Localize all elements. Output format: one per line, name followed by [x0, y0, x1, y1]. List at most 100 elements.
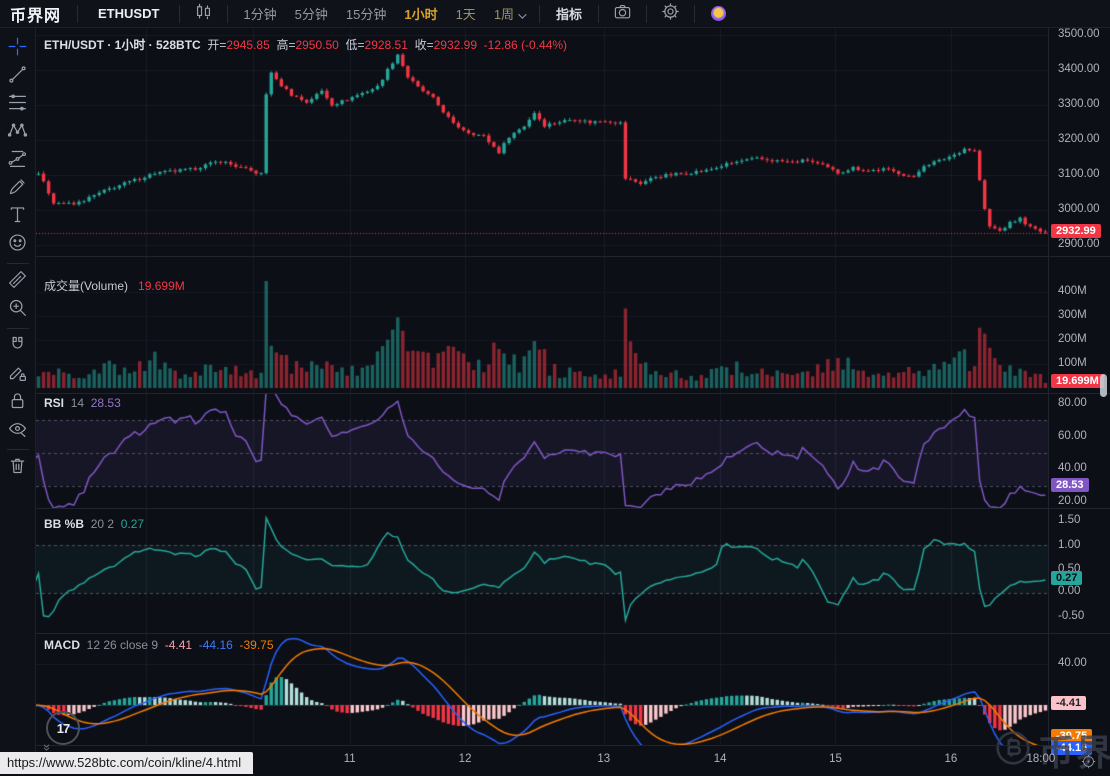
macd-legend-title: MACD: [44, 638, 80, 652]
tradingview-logo-text: 17: [57, 721, 69, 736]
text-icon: [7, 204, 28, 230]
xabcd-pattern-tool-button[interactable]: [4, 119, 32, 147]
snapshot-button[interactable]: [605, 2, 640, 26]
price-axis-tick: 3300.00: [1058, 98, 1100, 110]
drawing-lock-tool-button[interactable]: [4, 361, 32, 389]
low-label: 低=: [346, 38, 365, 52]
fib-lines-tool-button[interactable]: [4, 91, 32, 119]
toolbar-separator: [539, 5, 540, 23]
lock-all-tool-button[interactable]: [4, 389, 32, 417]
emoji-tool-button[interactable]: [4, 231, 32, 259]
volume-axis-tick: 400M: [1058, 285, 1087, 297]
time-axis-label: 12: [459, 753, 472, 765]
low-value: 2928.51: [365, 38, 408, 52]
axis-value-pill: 19.699M: [1051, 374, 1104, 388]
price-axis-tick: 3200.00: [1058, 133, 1100, 145]
macd-line-value: -44.16: [199, 638, 233, 652]
pencil-lock-icon: [7, 362, 28, 388]
volume-legend-title: 成交量(Volume): [44, 279, 128, 293]
timeframe-button-1[interactable]: 1分钟: [234, 4, 285, 23]
toolbar-separator: [179, 5, 180, 23]
time-axis-label: 18:00: [1027, 753, 1056, 765]
chart-plot-area[interactable]: ETH/USDT · 1小时 · 528BTC 开=2945.85 高=2950…: [36, 28, 1048, 745]
measure-tool-button[interactable]: [4, 268, 32, 296]
avatar[interactable]: [711, 6, 726, 21]
toolbar-divider: [7, 263, 29, 264]
bb-axis-tick: 1.50: [1058, 514, 1080, 526]
price-axis-tick: 2900.00: [1058, 238, 1100, 250]
timeframe-button-2[interactable]: 5分钟: [286, 4, 337, 23]
fib-lines-icon: [7, 92, 28, 118]
macd-legend[interactable]: MACD 12 26 close 9 -4.41 -44.16 -39.75: [44, 638, 274, 652]
magnet-tool-button[interactable]: [4, 333, 32, 361]
forecast-tool-button[interactable]: [4, 147, 32, 175]
timeframe-button-4[interactable]: 1小时: [395, 4, 446, 23]
volume-axis-tick: 200M: [1058, 333, 1087, 345]
rsi-axis-tick: 40.00: [1058, 462, 1087, 474]
toolbar-separator: [227, 5, 228, 23]
pane-separator[interactable]: [36, 256, 1110, 257]
camera-icon: [613, 2, 632, 26]
brush-tool-button[interactable]: [4, 175, 32, 203]
crosshair-icon: [7, 36, 28, 62]
indicators-button[interactable]: 指标: [546, 4, 592, 23]
scroll-to-realtime-button[interactable]: [1080, 753, 1097, 775]
macd-signal-value: -39.75: [239, 638, 273, 652]
candles-icon: [194, 2, 213, 26]
pane-separator[interactable]: [36, 393, 1110, 394]
pane-separator[interactable]: [36, 508, 1110, 509]
bb-axis-tick: -0.50: [1058, 610, 1084, 622]
macd-params: 12 26 close 9: [87, 638, 158, 652]
trend-line-tool-button[interactable]: [4, 63, 32, 91]
price-legend-title: ETH/USDT · 1小时 · 528BTC: [44, 38, 201, 52]
zoom-in-tool-button[interactable]: [4, 296, 32, 324]
hide-drawings-tool-button[interactable]: [4, 417, 32, 445]
timeframe-button-5[interactable]: 1天: [447, 4, 485, 23]
forecast-icon: [7, 148, 28, 174]
collapse-chevrons-icon[interactable]: »: [40, 744, 55, 751]
pane-separator[interactable]: [36, 633, 1110, 634]
tradingview-logo[interactable]: 17: [46, 711, 80, 745]
target-icon: [1080, 757, 1097, 774]
price-axis-tick: 3400.00: [1058, 63, 1100, 75]
text-tool-button[interactable]: [4, 203, 32, 231]
rsi-legend-title: RSI: [44, 396, 64, 410]
watermark-text: 币界网: [1038, 724, 1110, 776]
volume-axis-tick: 300M: [1058, 309, 1087, 321]
symbol-button[interactable]: ETHUSDT: [84, 6, 173, 21]
top-toolbar: 币界网 ETHUSDT 1分钟5分钟15分钟1小时1天1周 指标: [0, 0, 1110, 28]
bb-value: 0.27: [121, 517, 144, 531]
crosshair-tool-button[interactable]: [4, 35, 32, 63]
site-logo[interactable]: 币界网: [0, 2, 71, 26]
toolbar-separator: [77, 5, 78, 23]
price-axis-tick: 3500.00: [1058, 28, 1100, 40]
macd-hist-value: -4.41: [165, 638, 192, 652]
timeframe-button-3[interactable]: 15分钟: [337, 4, 395, 23]
remove-all-tool-button[interactable]: [4, 454, 32, 482]
trash-icon: [7, 455, 28, 481]
scrollbar-thumb[interactable]: [1100, 374, 1107, 397]
timeframe-button-6[interactable]: 1周: [485, 4, 533, 23]
price-legend[interactable]: ETH/USDT · 1小时 · 528BTC 开=2945.85 高=2950…: [44, 36, 567, 53]
close-value: 2932.99: [434, 38, 477, 52]
candles-style-button[interactable]: [186, 2, 221, 26]
axis-value-pill: 28.53: [1051, 478, 1089, 492]
toolbar-divider: [7, 449, 29, 450]
zoom-in-icon: [7, 297, 28, 323]
settings-button[interactable]: [653, 2, 688, 26]
bb-legend[interactable]: BB %B 20 2 0.27: [44, 517, 144, 531]
price-axis-tick: 3000.00: [1058, 203, 1100, 215]
high-label: 高=: [276, 38, 295, 52]
chevron-down-icon: [518, 10, 526, 18]
axis-value-pill: 2932.99: [1051, 224, 1101, 238]
magnet-icon: [7, 334, 28, 360]
status-bar-url: https://www.528btc.com/coin/kline/4.html: [0, 752, 253, 774]
gear-icon: [661, 2, 680, 26]
rsi-legend[interactable]: RSI 14 28.53: [44, 396, 121, 410]
open-value: 2945.85: [226, 38, 269, 52]
volume-value: 19.699M: [138, 279, 185, 293]
time-axis-label: 14: [714, 753, 727, 765]
volume-legend[interactable]: 成交量(Volume) 19.699M: [44, 277, 185, 294]
brush-icon: [7, 176, 28, 202]
time-axis-label: 16: [944, 753, 957, 765]
